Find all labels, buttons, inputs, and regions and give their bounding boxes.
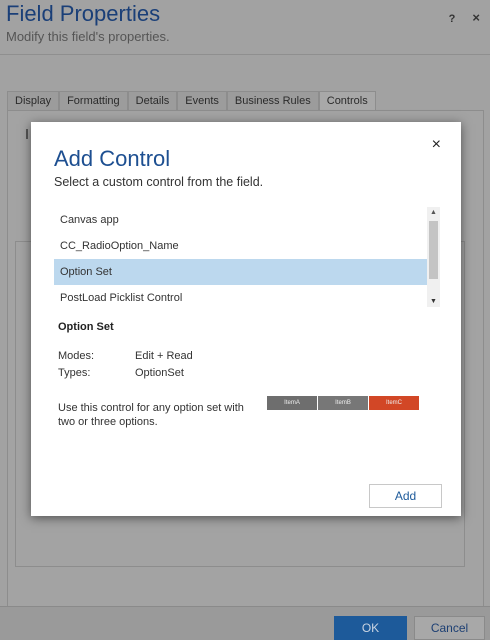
control-preview: ItemA ItemB ItemC [267,396,419,410]
preview-item-c: ItemC [369,396,419,410]
list-item-canvas-app[interactable]: Canvas app [54,207,427,233]
header-divider [0,54,490,55]
types-label: Types: [58,367,91,379]
window-title: Field Properties [6,1,161,26]
ok-button[interactable]: OK [334,616,407,640]
dialog-title: Add Control [54,146,171,171]
tab-formatting[interactable]: Formatting [59,91,128,111]
tab-events[interactable]: Events [177,91,227,111]
list-item-postload-picklist[interactable]: PostLoad Picklist Control [54,285,427,311]
preview-item-a: ItemA [267,396,317,410]
list-scrollbar[interactable]: ▲ ▼ [427,207,440,307]
detail-title: Option Set [58,321,114,333]
dialog-subtitle: Select a custom control from the field. [54,175,264,189]
modes-label: Modes: [58,350,95,362]
close-icon[interactable]: × [432,136,441,154]
add-control-dialog: × Add Control Select a custom control fr… [31,122,461,516]
list-item-option-set[interactable]: Option Set [54,259,427,285]
scroll-down-icon[interactable]: ▼ [430,298,437,305]
tab-controls[interactable]: Controls [318,91,376,111]
add-button[interactable]: Add [369,484,442,508]
help-button[interactable]: ? [449,13,456,25]
tab-bar: Display Formatting Details Events Busine… [7,91,376,111]
window-close-button[interactable]: × [472,10,480,25]
modes-value: Edit + Read [135,350,193,362]
tab-display[interactable]: Display [7,91,60,111]
window-controls: ? × [435,10,480,25]
scroll-thumb[interactable] [429,221,438,279]
tab-business-rules[interactable]: Business Rules [226,91,319,111]
control-list: Canvas app CC_RadioOption_Name Option Se… [54,207,440,307]
control-description: Use this control for any option set with… [58,402,244,428]
types-value: OptionSet [135,367,184,379]
tab-details[interactable]: Details [127,91,178,111]
scroll-up-icon[interactable]: ▲ [430,209,437,216]
cancel-button[interactable]: Cancel [414,616,485,640]
preview-item-b: ItemB [318,396,368,410]
list-item-cc-radiooption[interactable]: CC_RadioOption_Name [54,233,427,259]
window-subtitle: Modify this field's properties. [6,29,170,44]
